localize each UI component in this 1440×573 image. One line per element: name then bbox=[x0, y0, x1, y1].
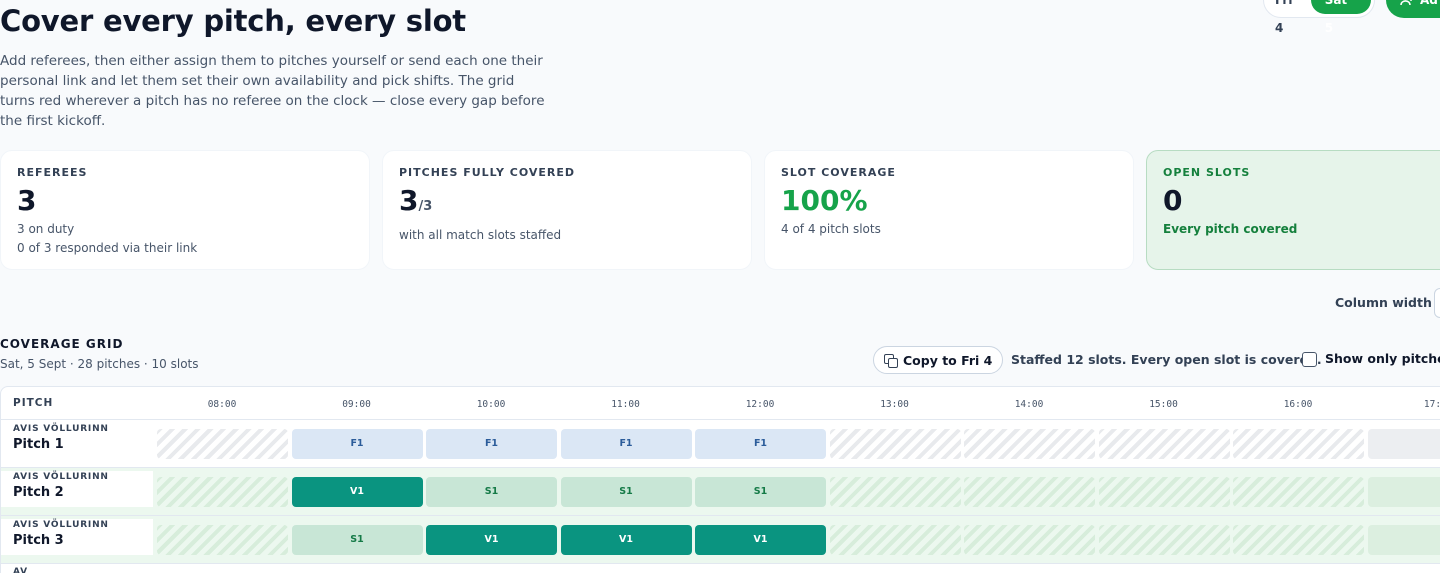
pitch-column-header: PITCH bbox=[13, 397, 54, 409]
pitch-row: AVIS VÖLLURINN Pitch 2 V1 S1 S1 S1 bbox=[1, 468, 1440, 516]
stat-sub: with all match slots staffed bbox=[399, 228, 562, 242]
pitch-row: AVIS VÖLLURINN Pitch 3 S1 V1 V1 V1 bbox=[1, 516, 1440, 564]
coverage-grid: PITCH 08:00 09:00 10:00 11:00 12:00 13:00 14:0… bbox=[0, 386, 1440, 573]
time-header: 08:00 bbox=[207, 399, 237, 410]
staffed-message: Staffed 12 slots. Every open slot is cov… bbox=[1011, 352, 1322, 367]
open-slot-cell[interactable] bbox=[964, 429, 1095, 459]
open-slot-cell[interactable] bbox=[964, 525, 1095, 555]
pitch-row-label: AVIS VÖLLURINN Pitch 1 bbox=[1, 423, 153, 459]
stat-card-referees: REFEREES 3 3 on duty 0 of 3 responded vi… bbox=[0, 150, 370, 270]
stat-sub: Every pitch covered bbox=[1163, 222, 1298, 236]
assigned-slot-cell[interactable]: S1 bbox=[695, 477, 826, 507]
add-referee-label: Ad bbox=[1420, 0, 1438, 7]
day-toggle-sat[interactable]: Sat 5 bbox=[1310, 0, 1371, 35]
assigned-slot-cell[interactable]: F1 bbox=[291, 429, 423, 459]
stat-sub-responses: 0 of 3 responded via their link bbox=[17, 241, 198, 255]
stat-value-denominator: /3 bbox=[418, 199, 433, 214]
copy-to-day-button[interactable]: Copy to Fri 4 bbox=[873, 346, 1004, 374]
copy-icon bbox=[884, 353, 898, 368]
time-header: 10:00 bbox=[476, 399, 506, 410]
copy-to-day-label: Copy to Fri 4 bbox=[903, 352, 993, 368]
day-toggle: Fri 4 Sat 5 bbox=[1263, 0, 1375, 35]
assigned-slot-cell[interactable]: V1 bbox=[291, 477, 423, 507]
grid-subtitle: Sat, 5 Sept · 28 pitches · 10 slots bbox=[0, 357, 199, 371]
stat-value: 0 bbox=[1163, 184, 1183, 217]
grid-heading: COVERAGE GRID bbox=[0, 337, 124, 351]
open-slot-cell[interactable] bbox=[829, 429, 961, 459]
assigned-slot-cell[interactable]: V1 bbox=[695, 525, 826, 555]
pitch-row: AVIS VÖLLURINN Pitch 1 F1 F1 F1 F1 bbox=[1, 420, 1440, 468]
stat-value-number: 3 bbox=[399, 184, 419, 217]
time-header: 13:00 bbox=[880, 399, 909, 410]
open-slot-cell[interactable] bbox=[157, 477, 288, 507]
assigned-slot-cell[interactable]: S1 bbox=[560, 477, 692, 507]
time-header: 17: bbox=[1423, 399, 1440, 410]
stat-label: REFEREES bbox=[17, 166, 88, 179]
time-header: 15:00 bbox=[1149, 399, 1178, 410]
open-slot-cell[interactable] bbox=[1367, 525, 1440, 555]
venue-name: AVIS VÖLLURINN bbox=[13, 520, 109, 530]
column-width-input[interactable] bbox=[1434, 288, 1440, 318]
open-slot-cell[interactable] bbox=[829, 525, 961, 555]
time-header: 14:00 bbox=[1014, 399, 1044, 410]
assigned-slot-cell[interactable]: F1 bbox=[560, 429, 692, 459]
add-user-icon bbox=[1400, 0, 1412, 6]
open-slot-cell[interactable] bbox=[1098, 429, 1230, 459]
stat-card-pitches: PITCHES FULLY COVERED 3/3 with all match… bbox=[382, 150, 752, 270]
pitch-row-label: AVIS VÖLLURINN Pitch 3 bbox=[1, 519, 153, 555]
venue-name: AVIS VÖLLURINN bbox=[13, 472, 109, 482]
pitch-name: Pitch 3 bbox=[13, 533, 64, 548]
show-only-uncovered-label[interactable]: Show only pitches bbox=[1325, 351, 1440, 366]
venue-name: AVIS VÖLLURINN bbox=[13, 424, 109, 434]
assigned-slot-cell[interactable]: V1 bbox=[426, 525, 557, 555]
pitch-name: Pitch 2 bbox=[13, 485, 64, 500]
stat-value: 3/3 bbox=[399, 185, 735, 223]
stat-card-slot-coverage: SLOT COVERAGE 100% 4 of 4 pitch slots bbox=[764, 150, 1134, 270]
stat-sub: 3 on duty bbox=[17, 222, 75, 236]
stat-label: SLOT COVERAGE bbox=[781, 166, 896, 179]
open-slot-cell[interactable] bbox=[1367, 429, 1440, 459]
time-header: 11:00 bbox=[611, 399, 640, 410]
stat-label: PITCHES FULLY COVERED bbox=[399, 166, 576, 179]
open-slot-cell[interactable] bbox=[1233, 525, 1364, 555]
time-header: 16:00 bbox=[1283, 399, 1313, 410]
open-slot-cell[interactable] bbox=[157, 525, 288, 555]
page-title: Cover every pitch, every slot bbox=[0, 4, 466, 38]
open-slot-cell[interactable] bbox=[1098, 525, 1230, 555]
open-slot-cell[interactable] bbox=[1233, 429, 1364, 459]
open-slot-cell[interactable] bbox=[829, 477, 961, 507]
time-header: 09:00 bbox=[342, 399, 371, 410]
open-slot-cell[interactable] bbox=[964, 477, 1095, 507]
open-slot-cell[interactable] bbox=[1098, 477, 1230, 507]
assigned-slot-cell[interactable]: S1 bbox=[291, 525, 423, 555]
open-slot-cell[interactable] bbox=[157, 429, 288, 459]
assigned-slot-cell[interactable]: F1 bbox=[426, 429, 557, 459]
stat-sub: 4 of 4 pitch slots bbox=[781, 222, 881, 236]
page-intro: Add referees, then either assign them to… bbox=[0, 53, 545, 129]
stat-value: 3 bbox=[17, 184, 37, 217]
pitch-row-label: AVIS VÖLLURINN Pitch 2 bbox=[1, 471, 153, 507]
column-width-label: Column width bbox=[1335, 295, 1432, 310]
stat-label: OPEN SLOTS bbox=[1163, 166, 1251, 179]
show-only-uncovered-checkbox[interactable] bbox=[1302, 352, 1317, 367]
time-header: 12:00 bbox=[745, 399, 775, 410]
add-referee-button[interactable]: Ad bbox=[1386, 0, 1440, 18]
stat-value: 100% bbox=[781, 184, 868, 217]
grid-header-row: PITCH 08:00 09:00 10:00 11:00 12:00 13:00 14:0… bbox=[1, 387, 1440, 420]
assigned-slot-cell[interactable]: F1 bbox=[695, 429, 826, 459]
pitch-name: Pitch 1 bbox=[13, 437, 64, 452]
assigned-slot-cell[interactable]: S1 bbox=[426, 477, 557, 507]
stat-card-open-slots: OPEN SLOTS 0 Every pitch covered bbox=[1146, 150, 1440, 270]
open-slot-cell[interactable] bbox=[1367, 477, 1440, 507]
next-row-venue: AV bbox=[13, 567, 28, 573]
assigned-slot-cell[interactable]: V1 bbox=[560, 525, 692, 555]
day-toggle-fri[interactable]: Fri 4 bbox=[1267, 0, 1311, 35]
open-slot-cell[interactable] bbox=[1233, 477, 1364, 507]
